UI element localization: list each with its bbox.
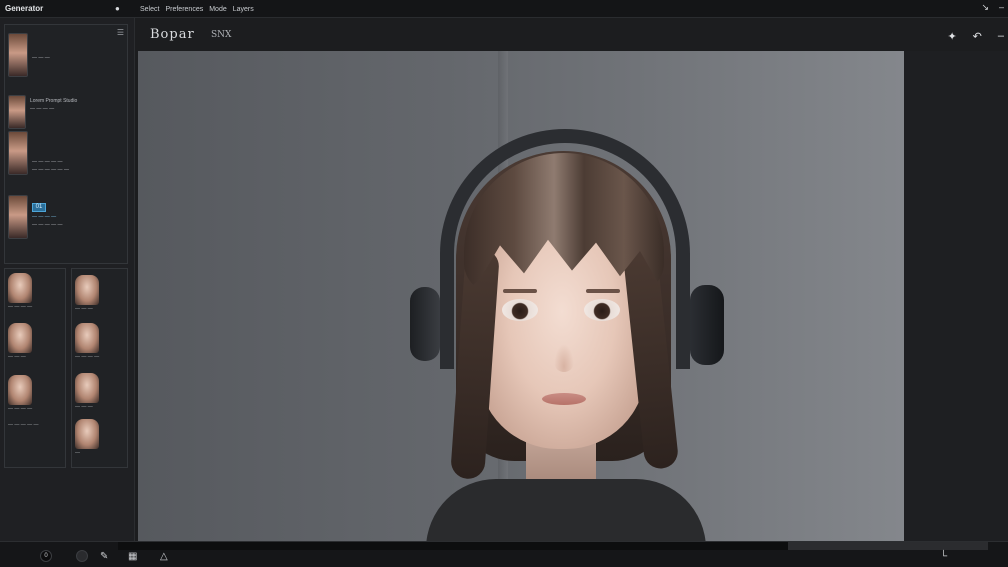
status-badge: 01 <box>32 203 46 212</box>
gallery-caption: — — — — — <box>8 422 39 428</box>
list-item[interactable]: Lorem Prompt Studio — — — — <box>8 95 77 129</box>
list-item[interactable]: — — — <box>8 33 50 77</box>
gallery-item[interactable]: — — — — — <box>8 421 39 428</box>
right-panel <box>904 51 1008 541</box>
entry-text: — — — <box>32 55 50 61</box>
gallery-item[interactable]: — — — <box>75 275 99 312</box>
thumbnail <box>75 275 99 305</box>
document-subtitle: SNX <box>211 30 232 40</box>
list-item[interactable]: 01 — — — — — — — — — <box>8 195 63 239</box>
flask-icon[interactable]: △ <box>160 550 168 564</box>
app-window: Generator ● Select Preferences Mode Laye… <box>0 0 1008 567</box>
hamburger-icon[interactable]: ☰ <box>117 28 124 37</box>
gallery-item[interactable]: — — — <box>75 373 99 410</box>
list-item[interactable]: — — — — — — — — — — — <box>8 131 69 175</box>
entry-text: Lorem Prompt Studio <box>30 98 78 104</box>
left-panel: ☰ — — — Lorem Prompt Studio — — — — — — … <box>0 18 135 541</box>
main-menu: Select Preferences Mode Layers <box>140 0 254 18</box>
undo-icon[interactable]: ↶ <box>973 30 982 43</box>
record-icon[interactable]: 0 <box>40 550 52 562</box>
menu-select[interactable]: Select <box>140 6 159 13</box>
close-icon[interactable]: – <box>999 2 1004 13</box>
canvas-toolbar: ✦ ↶ – <box>947 30 1004 43</box>
gallery-item[interactable]: — — — — <box>8 273 32 310</box>
entry-text: — — — — <box>30 106 55 112</box>
timeline-scrollbar[interactable] <box>118 542 988 550</box>
grid-icon[interactable]: ▦ <box>128 550 137 564</box>
layout-icon[interactable]: └ <box>940 550 947 564</box>
thumbnail <box>8 375 32 405</box>
image-canvas[interactable] <box>138 51 904 541</box>
thumbnail <box>8 33 28 77</box>
entry-text: — — — — — <box>32 159 63 165</box>
window-controls: ↘ – <box>981 2 1004 13</box>
headphone-cup <box>410 287 440 361</box>
bottom-toolbar: 0 ✎ ▦ △ └ <box>0 541 1008 567</box>
gallery-caption: — — — — <box>75 354 100 360</box>
menu-layers[interactable]: Layers <box>233 6 254 13</box>
minimize-icon[interactable]: ↘ <box>981 2 989 13</box>
pen-icon[interactable]: ✎ <box>100 550 108 564</box>
gallery-grid: — — — — — — — — — — — — — — — — — — — — … <box>4 268 128 468</box>
gallery-caption: — — — <box>75 306 93 312</box>
gallery-caption: — — — — <box>8 406 33 412</box>
gallery-item[interactable]: — <box>75 419 99 456</box>
gallery-column: — — — — — — — — — — — <box>71 268 128 468</box>
document-title: Bopar <box>150 27 195 42</box>
entry-text: — — — — — <box>32 222 63 228</box>
gallery-column: — — — — — — — — — — — — — — — — <box>4 268 66 468</box>
gallery-caption: — — — <box>8 354 26 360</box>
thumbnail <box>8 131 28 175</box>
wand-icon[interactable]: ✦ <box>947 30 956 43</box>
entry-text: — — — — <box>32 214 57 220</box>
gallery-caption: — — — <box>75 404 93 410</box>
stop-icon[interactable] <box>76 550 88 562</box>
gallery-caption: — — — — <box>8 304 33 310</box>
thumbnail <box>75 323 99 353</box>
app-name: Generator <box>5 4 44 13</box>
gallery-item[interactable]: — — — — <box>75 323 99 360</box>
thumbnail <box>8 95 26 129</box>
entry-text: — — — — — — <box>32 167 69 173</box>
headphone-cup <box>690 285 724 365</box>
thumbnail <box>75 373 99 403</box>
gallery-item[interactable]: — — — <box>8 323 32 360</box>
history-list: ☰ — — — Lorem Prompt Studio — — — — — — … <box>4 24 128 264</box>
thumbnail <box>8 195 28 239</box>
thumbnail <box>75 419 99 449</box>
gallery-item[interactable]: — — — — <box>8 375 32 412</box>
gallery-caption: — <box>75 450 80 456</box>
menu-preferences[interactable]: Preferences <box>165 6 203 13</box>
menu-mode[interactable]: Mode <box>209 6 227 13</box>
thumbnail <box>8 323 32 353</box>
shield-icon[interactable]: ● <box>115 4 124 13</box>
menubar: Generator ● Select Preferences Mode Laye… <box>0 0 1008 18</box>
thumbnail <box>8 273 32 303</box>
generated-portrait <box>406 129 726 541</box>
more-icon[interactable]: – <box>998 30 1004 43</box>
